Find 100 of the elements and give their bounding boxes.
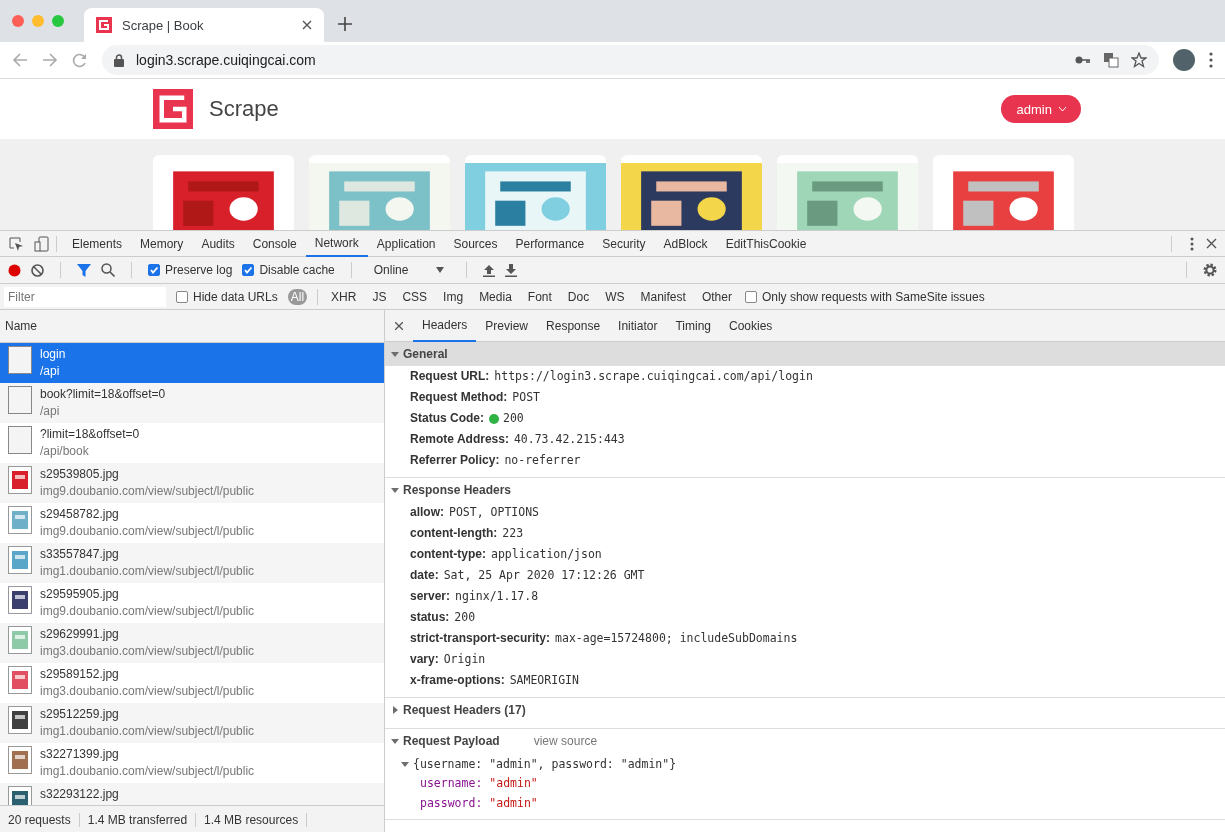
request-row[interactable]: s32271399.jpg img1.doubanio.com/view/subject/l/public [0, 743, 384, 783]
devtools-tab[interactable]: Memory [131, 230, 193, 257]
request-name: s29512259.jpg [40, 706, 120, 723]
section-title[interactable]: Response Headers [403, 483, 512, 497]
close-icon[interactable] [302, 20, 312, 30]
checkbox[interactable] [242, 264, 255, 276]
request-name: s33557847.jpg [40, 546, 120, 563]
type-filter[interactable]: Font [524, 288, 555, 305]
caret-icon[interactable] [436, 267, 445, 273]
header-value: max-age=15724800; includeSubDomains [555, 631, 798, 646]
request-row[interactable]: book?limit=18&offset=0 /api [0, 383, 384, 423]
devtools-tab[interactable]: AdBlock [654, 230, 717, 257]
devtools-tab[interactable]: Sources [444, 230, 507, 257]
checkbox-label[interactable]: Disable cache [259, 263, 335, 277]
user-menu-button[interactable]: admin [1000, 95, 1081, 123]
request-row[interactable]: login /api [0, 343, 384, 383]
star-icon[interactable] [1131, 52, 1147, 68]
type-filter[interactable]: Manifest [637, 288, 689, 305]
payload-value: "admin" [489, 776, 538, 790]
header-name: allow: [410, 505, 444, 520]
new-tab-icon[interactable] [338, 17, 352, 31]
devtools-tab[interactable]: Console [243, 230, 306, 257]
checkbox-label[interactable]: Hide data URLs [193, 289, 278, 304]
payload-summary[interactable]: {username: "admin", password: "admin"} [413, 757, 677, 771]
request-row[interactable]: s29539805.jpg img9.doubanio.com/view/subject/l/public [0, 463, 384, 503]
column-header[interactable]: Name [5, 319, 37, 333]
header-name: content-type: [410, 547, 486, 562]
type-filter[interactable]: Img [440, 288, 467, 305]
inspect-icon[interactable] [8, 235, 24, 252]
request-row[interactable]: s29589152.jpg img3.doubanio.com/view/subject/l/public [0, 663, 384, 703]
request-path: img1.doubanio.com/view/subject/l/public [40, 563, 255, 580]
close-icon[interactable] [395, 321, 403, 330]
clear-icon[interactable] [31, 263, 44, 277]
detail-tab[interactable]: Timing [666, 309, 720, 342]
brand-name: Scrape [209, 96, 280, 122]
checkbox[interactable] [176, 290, 188, 303]
detail-tab[interactable]: Cookies [720, 309, 782, 342]
settings-icon[interactable] [1203, 263, 1217, 277]
request-row[interactable]: s29629991.jpg img3.doubanio.com/view/subject/l/public [0, 623, 384, 663]
request-row[interactable]: s29512259.jpg img1.doubanio.com/view/subject/l/public [0, 703, 384, 743]
caret-down-icon[interactable] [401, 760, 409, 768]
request-name: s29589152.jpg [40, 666, 120, 683]
devtools-tab[interactable]: Performance [506, 230, 594, 257]
browser-tab[interactable]: Scrape | Book [84, 8, 324, 42]
devtools-tab[interactable]: Elements [63, 230, 132, 257]
type-filter[interactable]: XHR [328, 288, 360, 305]
request-name: s29539805.jpg [40, 466, 120, 483]
throttling-select[interactable]: Online [367, 260, 451, 280]
header-value: https://login3.scrape.cuiqingcai.com/api/login [494, 369, 813, 384]
caret-down-icon[interactable] [391, 737, 399, 745]
caret-down-icon[interactable] [391, 350, 399, 358]
tab-title: Scrape | Book [122, 17, 205, 33]
request-name: book?limit=18&offset=0 [40, 386, 166, 403]
type-filter[interactable]: JS [369, 288, 390, 305]
detail-tab[interactable]: Response [537, 309, 610, 342]
checkbox[interactable] [744, 290, 757, 303]
header-value: application/json [491, 547, 602, 562]
caret-icon[interactable] [1058, 106, 1067, 112]
request-row[interactable]: ?limit=18&offset=0 /api/book [0, 423, 384, 463]
download-icon[interactable] [505, 263, 518, 277]
request-row[interactable]: s29458782.jpg img9.doubanio.com/view/subject/l/public [0, 503, 384, 543]
logo-icon [96, 17, 112, 33]
more-icon[interactable] [1190, 236, 1194, 251]
close-icon[interactable] [1206, 238, 1217, 249]
checkbox[interactable] [148, 264, 160, 276]
view-source-link[interactable]: view source [533, 734, 598, 748]
upload-icon[interactable] [483, 263, 496, 277]
section-title[interactable]: Request Payload [403, 734, 500, 748]
detail-tab[interactable]: Preview [476, 309, 538, 342]
type-filter[interactable]: WS [602, 288, 628, 305]
request-row[interactable]: s33557847.jpg img1.doubanio.com/view/subject/l/public [0, 543, 384, 583]
avatar[interactable] [1173, 49, 1195, 71]
type-filter[interactable]: Other [698, 288, 735, 305]
request-row[interactable]: s32293122.jpg [0, 783, 384, 805]
devtools-tab[interactable]: Security [593, 230, 655, 257]
caret-down-icon[interactable] [391, 486, 399, 494]
devtools-tab[interactable]: Application [367, 230, 445, 257]
more-icon[interactable] [1209, 52, 1213, 68]
filter-icon[interactable] [77, 263, 91, 277]
record-icon[interactable] [8, 263, 21, 277]
type-filter[interactable]: CSS [399, 288, 431, 305]
checkbox-label[interactable]: Preserve log [165, 263, 233, 277]
devtools-tab[interactable]: Audits [192, 230, 244, 257]
request-path: img3.doubanio.com/view/subject/l/public [40, 643, 255, 660]
search-icon[interactable] [101, 263, 115, 277]
address-bar[interactable]: login3.scrape.cuiqingcai.com [102, 45, 1159, 75]
document-icon [8, 386, 32, 414]
device-icon[interactable] [34, 235, 50, 252]
type-filter[interactable]: Doc [564, 288, 593, 305]
type-filter[interactable]: Media [476, 288, 515, 305]
checkbox-label[interactable]: Only show requests with SameSite issues [761, 289, 985, 304]
request-row[interactable]: s29595905.jpg img9.doubanio.com/view/subject/l/public [0, 583, 384, 623]
devtools-tab[interactable]: EditThisCookie [716, 230, 816, 257]
detail-tab[interactable]: Initiator [609, 309, 667, 342]
filter-field[interactable]: Filter [4, 286, 166, 307]
key-icon[interactable] [1075, 55, 1091, 65]
document-icon [8, 426, 32, 454]
section-title[interactable]: Request Headers (17) [403, 703, 526, 717]
section-title[interactable]: General [403, 347, 448, 361]
caret-right-icon[interactable] [391, 706, 399, 714]
